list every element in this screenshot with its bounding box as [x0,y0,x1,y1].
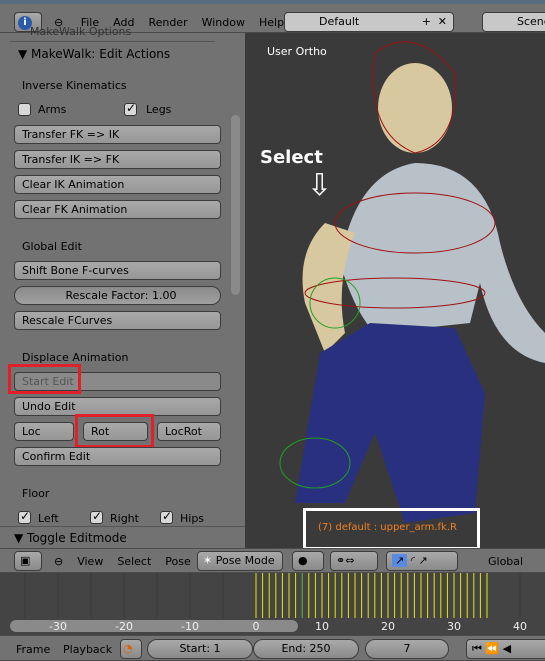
scene-selector[interactable]: Scene [482,12,545,32]
rescale-fcurves-button[interactable]: Rescale FCurves [14,311,221,330]
left-label: Left [38,512,59,525]
editor-type-3dview-button[interactable]: ▣ [14,551,42,571]
transfer-ik-fk-button[interactable]: Transfer IK => FK [14,150,221,169]
highlight-box [75,414,154,448]
autokey-button[interactable]: ◔ [120,639,142,659]
menu-frame[interactable]: Frame [16,643,50,656]
tick-label: -20 [115,620,133,633]
pose-icon: ✶ [203,554,213,567]
shading-selector[interactable]: ● [292,551,324,571]
tick-label: -30 [49,620,67,633]
highlight-box [8,364,81,394]
loc-button[interactable]: Loc [14,422,74,441]
collapse-icon[interactable]: ⊖ [54,555,63,568]
status-text: (7) default : upper_arm.fk.R [318,522,457,533]
view-header: ▣ ⊖ View Select Pose ✶ Pose Mode ● ⚭⇔ ↗ ◜ ↗… [0,548,545,573]
tick-label: -10 [181,620,199,633]
tool-panel: MakeWalk Options ▼ MakeWalk: Edit Action… [0,25,245,548]
panel-title-text: MakeWalk: Edit Actions [31,47,171,61]
floor-label: Floor [22,487,50,500]
ik-label: Inverse Kinematics [22,79,127,92]
layout-name: Default [319,15,360,28]
locrot-button[interactable]: LocRot [157,422,221,441]
arrow-down-icon: ⇩ [307,168,333,203]
start-frame-field[interactable]: Start: 1 [147,639,253,659]
panel-scrollbar[interactable] [231,115,240,295]
rescale-factor-value: Rescale Factor: 1.00 [65,289,177,302]
manipulator-buttons[interactable]: ↗ ◜ ↗ [386,551,458,571]
toggle-editmode[interactable]: ▼ Toggle Editmode [0,526,245,548]
transfer-fk-ik-button[interactable]: Transfer FK => IK [14,125,221,144]
toggle-editmode-label: Toggle Editmode [27,531,127,545]
arms-checkbox[interactable] [18,103,31,116]
menu-render[interactable]: Render [148,16,187,29]
clear-fk-button[interactable]: Clear FK Animation [14,200,221,219]
confirm-edit-button[interactable]: Confirm Edit [14,447,221,466]
menu-help[interactable]: Help [259,16,284,29]
left-checkbox[interactable] [18,509,31,524]
tick-label: 30 [447,620,461,633]
arms-label: Arms [38,103,67,116]
menu-playback[interactable]: Playback [63,643,112,656]
character-model [279,41,545,523]
select-annotation: Select [260,147,323,168]
menu-pose[interactable]: Pose [165,555,190,568]
legs-label: Legs [146,103,172,116]
menu-window[interactable]: Window [202,16,245,29]
displace-label: Displace Animation [22,351,129,364]
status-box: (7) default : upper_arm.fk.R [303,508,480,548]
3d-viewport[interactable]: User Ortho Select ⇩ (7) default : upper_… [245,33,545,548]
remove-layout-icon[interactable]: ✕ [438,13,447,31]
mode-label: Pose Mode [215,554,275,567]
global-edit-label: Global Edit [22,240,82,253]
shift-bone-button[interactable]: Shift Bone F-curves [14,261,221,280]
end-frame-field[interactable]: End: 250 [253,639,359,659]
current-frame-field[interactable]: 7 [365,639,449,659]
hidden-header: MakeWalk Options [30,25,132,38]
menu-select[interactable]: Select [117,555,151,568]
legs-checkbox[interactable] [124,101,137,116]
rescale-factor-field[interactable]: Rescale Factor: 1.00 [14,286,221,305]
playback-controls[interactable]: ⏮ ⏪ ◀ [466,639,545,659]
pivot-selector[interactable]: ⚭⇔ [330,551,378,571]
scene-name: Scene [517,15,545,28]
timeline-header: Frame Playback ◔ Start: 1 End: 250 7 ⏮ ⏪… [0,635,545,661]
orientation-selector[interactable]: Global [488,555,523,568]
menu-view[interactable]: View [77,555,103,568]
clear-ik-button[interactable]: Clear IK Animation [14,175,221,194]
tick-label: 40 [513,620,527,633]
layout-selector[interactable]: Default + ✕ [284,12,454,32]
add-layout-icon[interactable]: + [422,13,431,31]
panel-title[interactable]: ▼ MakeWalk: Edit Actions [18,47,170,61]
current-frame-value: 7 [403,642,411,655]
tick-label: 10 [315,620,329,633]
right-checkbox[interactable] [90,509,103,524]
rotate-manipulator-icon[interactable]: ↗ [392,554,408,567]
right-label: Right [110,512,139,525]
start-frame-value: Start: 1 [179,642,221,655]
hips-label: Hips [180,512,205,525]
end-frame-value: End: 250 [281,642,331,655]
tick-label: 0 [252,620,260,633]
hips-checkbox[interactable] [160,509,173,524]
mode-selector[interactable]: ✶ Pose Mode [197,551,283,571]
timeline[interactable]: -30 -20 -10 0 10 20 30 40 [0,573,545,635]
tick-label: 20 [381,620,395,633]
